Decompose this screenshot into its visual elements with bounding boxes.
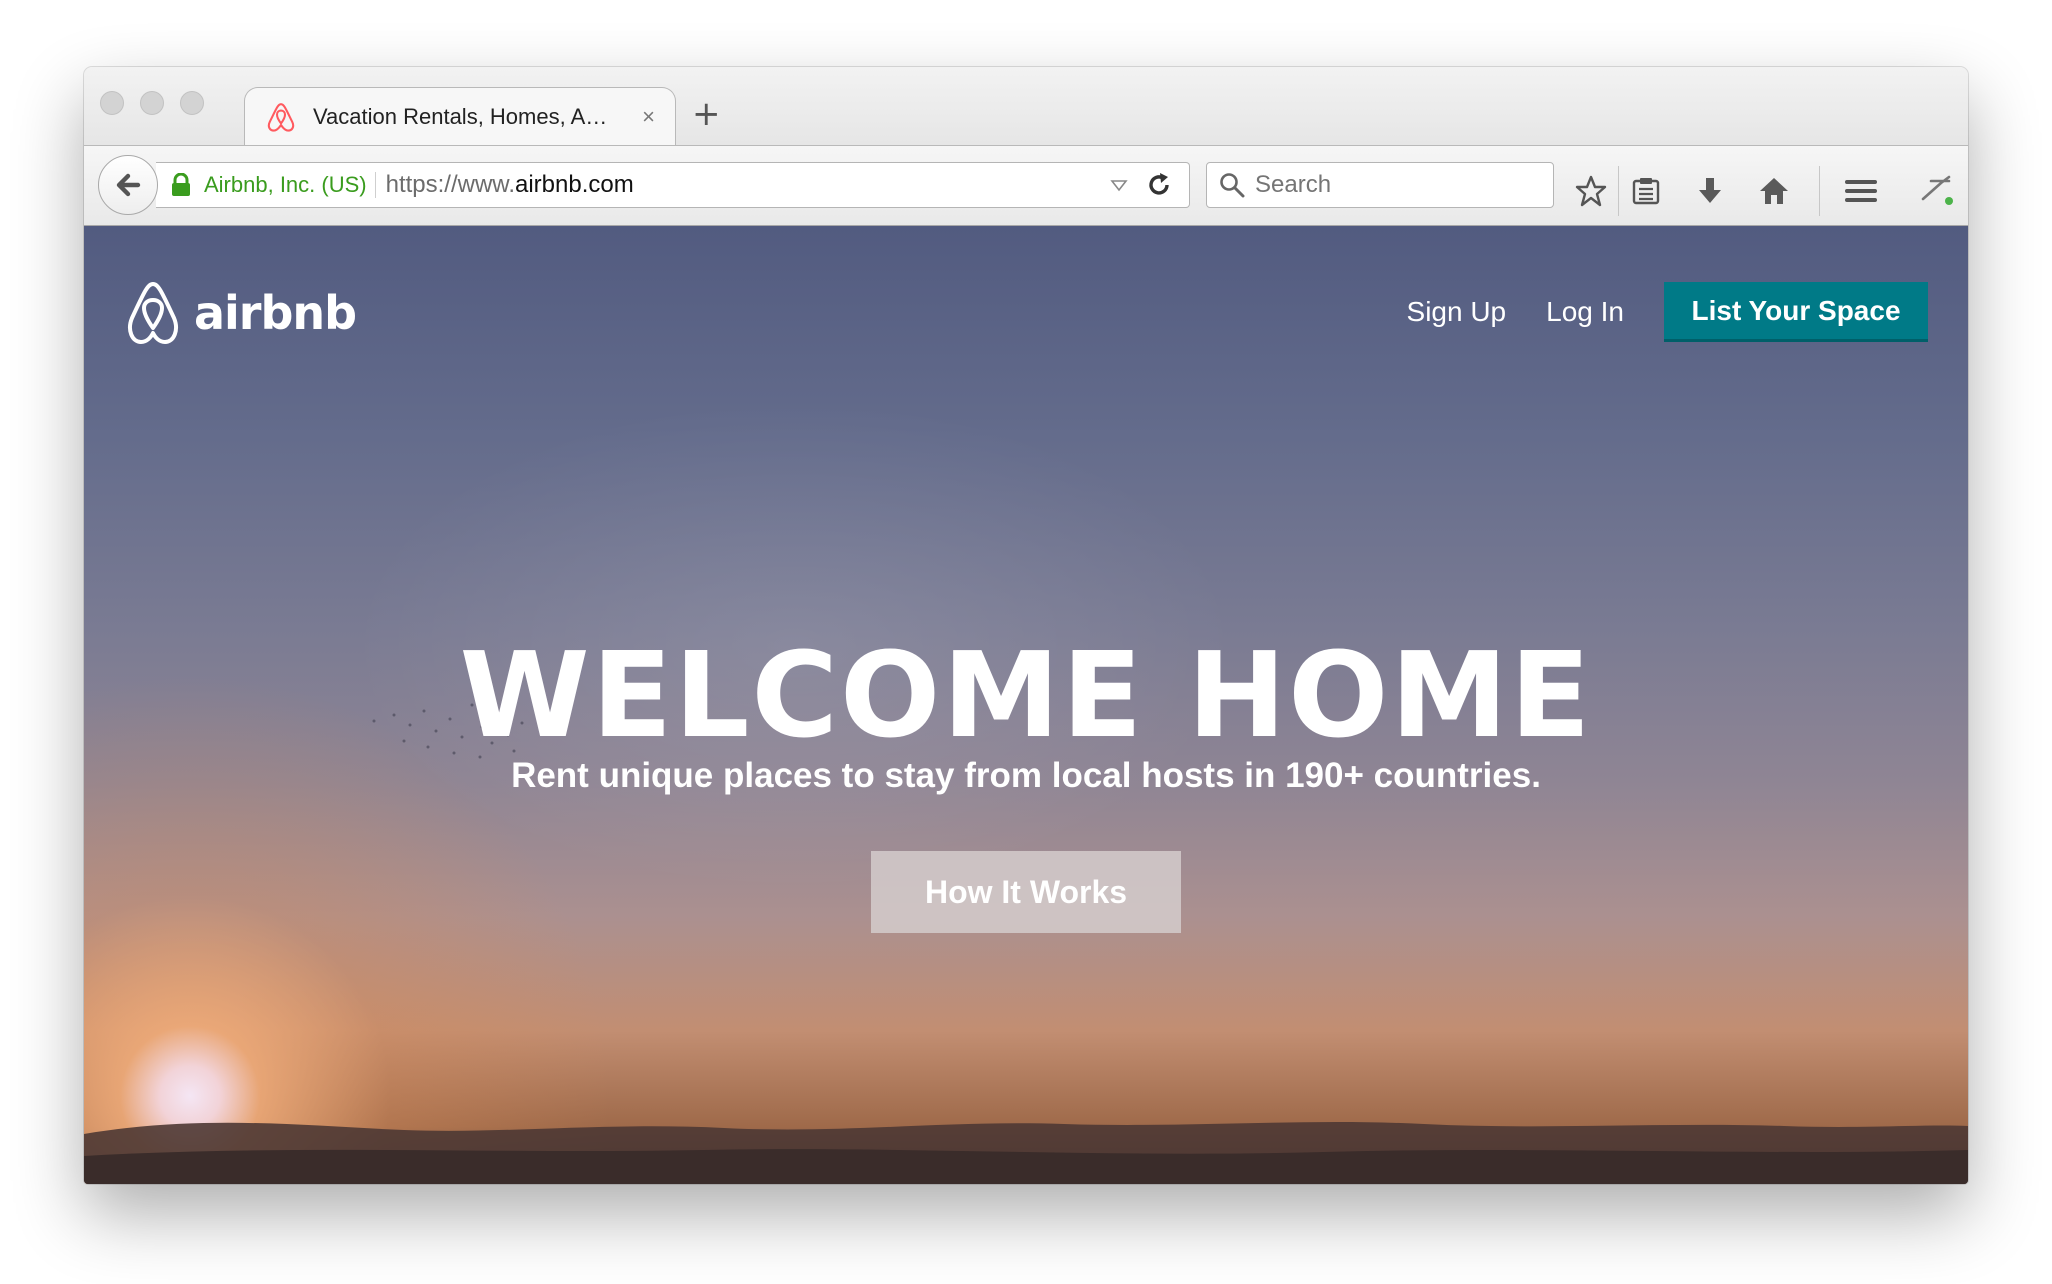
tab-close-icon[interactable]: × (642, 104, 655, 130)
dropdown-arrow-icon[interactable] (1109, 175, 1129, 195)
url-text[interactable]: https://www.airbnb.com (386, 171, 1109, 199)
new-tab-button[interactable]: + (692, 97, 721, 131)
url-bar[interactable]: Airbnb, Inc. (US) https://www.airbnb.com (156, 162, 1190, 208)
reload-icon[interactable] (1145, 171, 1173, 199)
hero-subtitle: Rent unique places to stay from local ho… (511, 756, 1541, 795)
how-it-works-button[interactable]: How It Works (871, 851, 1181, 933)
zoom-window-button[interactable] (180, 91, 204, 115)
window-controls (100, 91, 204, 115)
close-window-button[interactable] (100, 91, 124, 115)
site-identity[interactable]: Airbnb, Inc. (US) (204, 172, 376, 198)
log-in-link[interactable]: Log In (1546, 296, 1624, 328)
menu-icon (1845, 180, 1877, 202)
search-input[interactable] (1255, 171, 1535, 199)
tab-airbnb[interactable]: Vacation Rentals, Homes, A… × (244, 87, 676, 145)
reading-list-button[interactable] (1627, 172, 1665, 210)
toolbar-separator (1819, 166, 1820, 216)
hills-silhouette (84, 1122, 1968, 1184)
sign-up-link[interactable]: Sign Up (1407, 296, 1507, 328)
star-icon (1575, 175, 1607, 207)
home-button[interactable] (1755, 172, 1793, 210)
airbnb-belo-icon (128, 282, 178, 344)
search-icon (1220, 173, 1245, 198)
url-prefix: https://www. (385, 171, 515, 198)
downloads-button[interactable] (1691, 172, 1729, 210)
brand-name: airbnb (194, 286, 357, 340)
navigation-toolbar: Airbnb, Inc. (US) https://www.airbnb.com (84, 145, 1968, 226)
developer-tools-button[interactable] (1918, 172, 1956, 210)
back-arrow-icon (116, 173, 141, 197)
menu-button[interactable] (1842, 172, 1880, 210)
airbnb-logo-icon (267, 102, 295, 132)
toolbar-icons (1572, 166, 1956, 216)
tab-strip: Vacation Rentals, Homes, A… × + (84, 67, 1968, 145)
url-host: airbnb.com (514, 171, 634, 198)
hero-title: WELCOME HOME (459, 626, 1593, 764)
airbnb-logo[interactable]: airbnb (122, 280, 357, 346)
tab-title: Vacation Rentals, Homes, A… (313, 103, 608, 129)
home-icon (1760, 178, 1788, 204)
list-your-space-button[interactable]: List Your Space (1664, 282, 1928, 342)
download-icon (1699, 178, 1721, 203)
reading-list-icon (1632, 178, 1660, 205)
site-nav: Sign Up Log In List Your Space (1407, 282, 1928, 342)
search-bar[interactable] (1206, 162, 1554, 208)
developer-icon (1921, 175, 1953, 205)
lock-icon (172, 173, 190, 196)
browser-window: Vacation Rentals, Homes, A… × + Airbnb, … (84, 67, 1968, 1184)
bookmark-star-button[interactable] (1572, 172, 1610, 210)
toolbar-separator (1618, 166, 1619, 216)
minimize-window-button[interactable] (140, 91, 164, 115)
airbnb-homepage: airbnb Sign Up Log In List Your Space WE… (84, 226, 1968, 1184)
back-button[interactable] (98, 155, 158, 215)
